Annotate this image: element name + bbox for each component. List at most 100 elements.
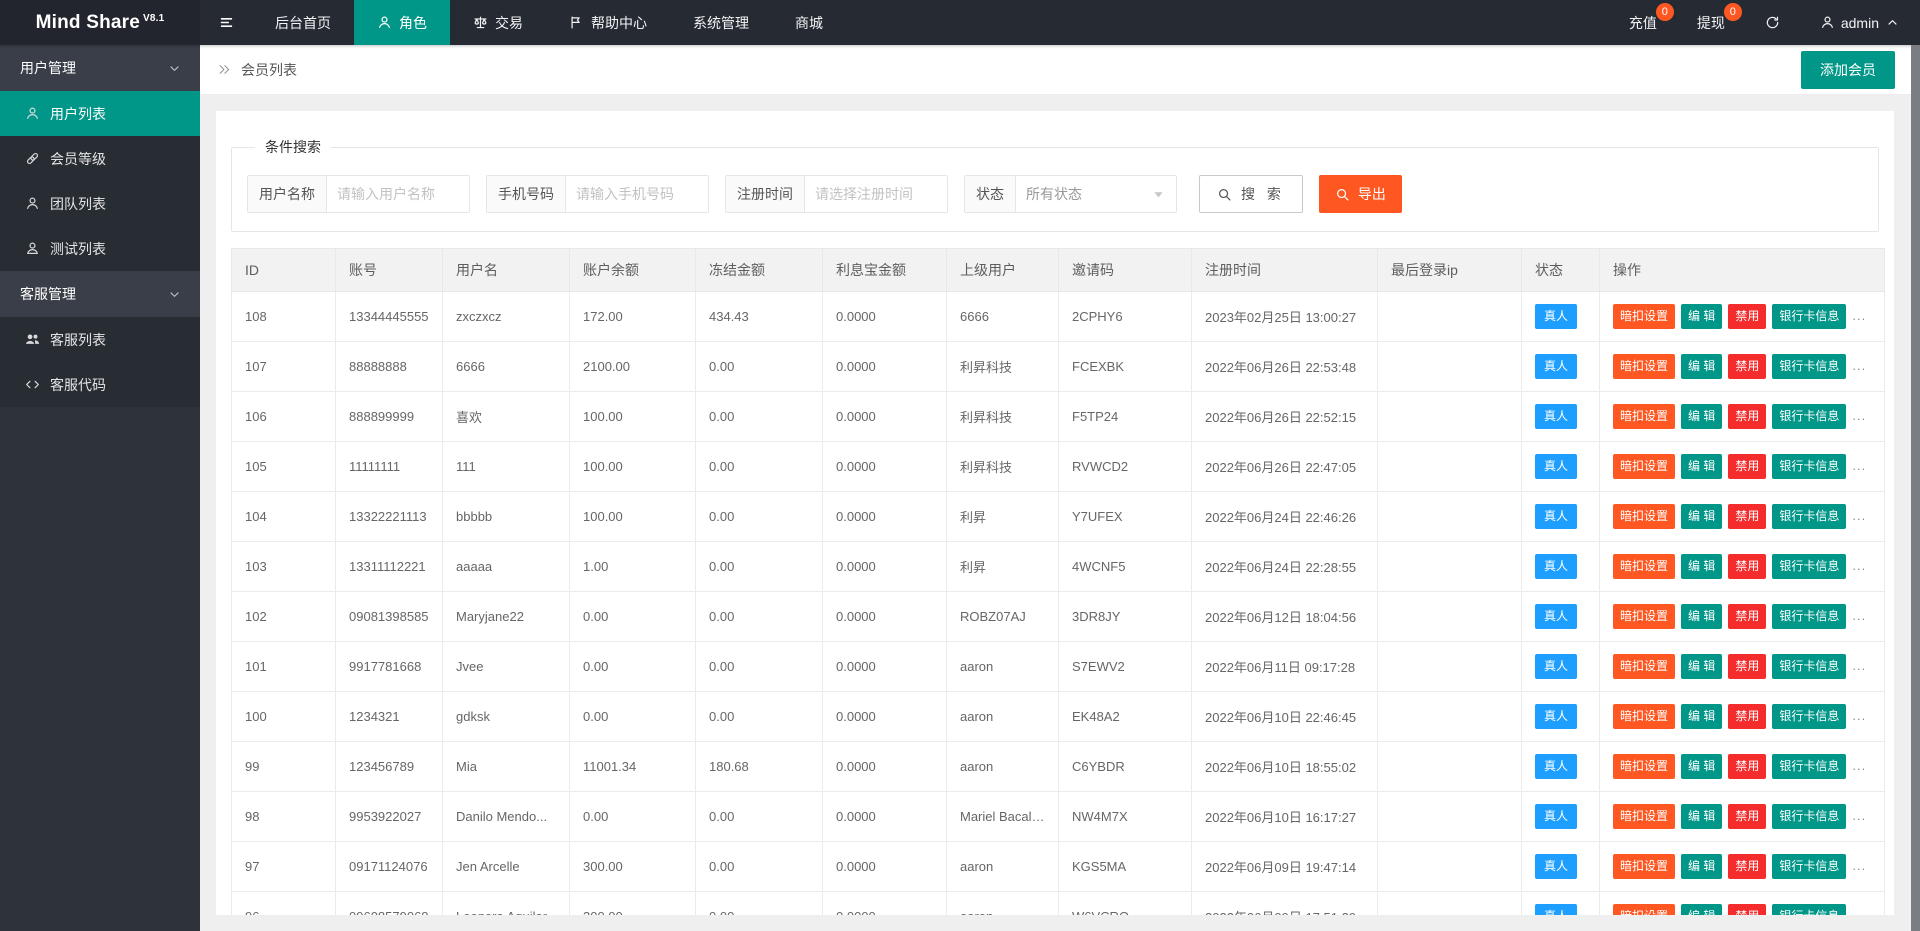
disable-button[interactable]: 禁用 (1728, 554, 1766, 579)
status-badge[interactable]: 真人 (1535, 604, 1577, 629)
hidden-deduct-button[interactable]: 暗扣设置 (1613, 754, 1675, 779)
disable-button[interactable]: 禁用 (1728, 604, 1766, 629)
cell-invite: 2CPHY6 (1059, 292, 1192, 342)
sidebar-item[interactable]: 客服代码 (0, 362, 200, 407)
edit-button[interactable]: 编 辑 (1681, 754, 1722, 779)
sidebar-item[interactable]: 测试列表 (0, 226, 200, 271)
disable-button[interactable]: 禁用 (1728, 704, 1766, 729)
cell-parent: 利昇 (947, 492, 1059, 542)
search-button[interactable]: 搜 索 (1199, 175, 1303, 213)
edit-button[interactable]: 编 辑 (1681, 604, 1722, 629)
disable-button[interactable]: 禁用 (1728, 354, 1766, 379)
disable-button[interactable]: 禁用 (1728, 754, 1766, 779)
topnav-item[interactable]: 系统管理 (670, 0, 772, 45)
recharge-button[interactable]: 充值 0 (1609, 0, 1677, 45)
topnav-item[interactable]: 帮助中心 (546, 0, 670, 45)
bank-card-button[interactable]: 银行卡信息 (1772, 604, 1846, 629)
bank-card-button[interactable]: 银行卡信息 (1772, 854, 1846, 879)
hidden-deduct-button[interactable]: 暗扣设置 (1613, 704, 1675, 729)
sidebar-item[interactable]: 用户列表 (0, 91, 200, 136)
sidebar-section-header[interactable]: 用户管理 (0, 45, 200, 91)
bank-card-button[interactable]: 银行卡信息 (1772, 554, 1846, 579)
add-member-button[interactable]: 添加会员 (1801, 51, 1895, 89)
user-menu[interactable]: admin (1800, 0, 1920, 45)
hidden-deduct-button[interactable]: 暗扣设置 (1613, 904, 1675, 915)
register-time-input[interactable] (805, 176, 947, 212)
scrollbar-thumb[interactable] (1911, 45, 1920, 931)
status-badge[interactable]: 真人 (1535, 854, 1577, 879)
topnav-item[interactable]: 角色 (354, 0, 450, 45)
disable-button[interactable]: 禁用 (1728, 454, 1766, 479)
hidden-deduct-button[interactable]: 暗扣设置 (1613, 804, 1675, 829)
hidden-deduct-button[interactable]: 暗扣设置 (1613, 854, 1675, 879)
export-button[interactable]: 导出 (1319, 175, 1402, 213)
disable-button[interactable]: 禁用 (1728, 804, 1766, 829)
disable-button[interactable]: 禁用 (1728, 304, 1766, 329)
sidebar-toggle-button[interactable] (200, 0, 252, 45)
disable-button[interactable]: 禁用 (1728, 854, 1766, 879)
edit-button[interactable]: 编 辑 (1681, 304, 1722, 329)
edit-button[interactable]: 编 辑 (1681, 904, 1722, 915)
bank-card-button[interactable]: 银行卡信息 (1772, 754, 1846, 779)
bank-card-button[interactable]: 银行卡信息 (1772, 304, 1846, 329)
hidden-deduct-button[interactable]: 暗扣设置 (1613, 504, 1675, 529)
status-badge[interactable]: 真人 (1535, 704, 1577, 729)
hidden-deduct-button[interactable]: 暗扣设置 (1613, 554, 1675, 579)
disable-button[interactable]: 禁用 (1728, 654, 1766, 679)
sidebar-section-header[interactable]: 客服管理 (0, 271, 200, 317)
status-badge[interactable]: 真人 (1535, 804, 1577, 829)
status-select[interactable]: 所有状态 (1016, 176, 1176, 212)
topnav-item[interactable]: 后台首页 (252, 0, 354, 45)
sidebar-item[interactable]: 客服列表 (0, 317, 200, 362)
edit-button[interactable]: 编 辑 (1681, 804, 1722, 829)
cell-id: 100 (232, 692, 336, 742)
bank-card-button[interactable]: 银行卡信息 (1772, 404, 1846, 429)
status-badge[interactable]: 真人 (1535, 554, 1577, 579)
withdraw-button[interactable]: 提现 0 (1677, 0, 1745, 45)
bank-card-button[interactable]: 银行卡信息 (1772, 704, 1846, 729)
status-badge[interactable]: 真人 (1535, 504, 1577, 529)
hidden-deduct-button[interactable]: 暗扣设置 (1613, 304, 1675, 329)
bank-card-button[interactable]: 银行卡信息 (1772, 354, 1846, 379)
topnav-item[interactable]: 商城 (772, 0, 846, 45)
hidden-deduct-button[interactable]: 暗扣设置 (1613, 354, 1675, 379)
hidden-deduct-button[interactable]: 暗扣设置 (1613, 404, 1675, 429)
edit-button[interactable]: 编 辑 (1681, 504, 1722, 529)
bank-card-button[interactable]: 银行卡信息 (1772, 804, 1846, 829)
edit-button[interactable]: 编 辑 (1681, 554, 1722, 579)
phone-input[interactable] (566, 176, 708, 212)
phone-label: 手机号码 (487, 176, 566, 212)
status-badge[interactable]: 真人 (1535, 754, 1577, 779)
bank-card-button[interactable]: 银行卡信息 (1772, 904, 1846, 915)
edit-button[interactable]: 编 辑 (1681, 454, 1722, 479)
edit-button[interactable]: 编 辑 (1681, 654, 1722, 679)
bank-card-button[interactable]: 银行卡信息 (1772, 454, 1846, 479)
cell-reg-time: 2022年06月10日 18:55:02 (1192, 742, 1378, 792)
status-badge[interactable]: 真人 (1535, 654, 1577, 679)
bank-card-button[interactable]: 银行卡信息 (1772, 504, 1846, 529)
page-scrollbar[interactable] (1911, 45, 1920, 931)
edit-button[interactable]: 编 辑 (1681, 404, 1722, 429)
status-badge[interactable]: 真人 (1535, 904, 1577, 915)
disable-button[interactable]: 禁用 (1728, 404, 1766, 429)
hidden-deduct-button[interactable]: 暗扣设置 (1613, 454, 1675, 479)
status-badge[interactable]: 真人 (1535, 354, 1577, 379)
hidden-deduct-button[interactable]: 暗扣设置 (1613, 654, 1675, 679)
edit-button[interactable]: 编 辑 (1681, 704, 1722, 729)
hidden-deduct-button[interactable]: 暗扣设置 (1613, 604, 1675, 629)
refresh-button[interactable] (1745, 0, 1800, 45)
edit-button[interactable]: 编 辑 (1681, 354, 1722, 379)
disable-button[interactable]: 禁用 (1728, 904, 1766, 915)
bank-card-button[interactable]: 银行卡信息 (1772, 654, 1846, 679)
username-input[interactable] (327, 176, 469, 212)
sidebar-item[interactable]: 团队列表 (0, 181, 200, 226)
status-badge[interactable]: 真人 (1535, 404, 1577, 429)
topnav-item[interactable]: 交易 (450, 0, 546, 45)
disable-button[interactable]: 禁用 (1728, 504, 1766, 529)
status-badge[interactable]: 真人 (1535, 304, 1577, 329)
person-icon (25, 106, 40, 121)
cell-last-ip (1378, 592, 1522, 642)
status-badge[interactable]: 真人 (1535, 454, 1577, 479)
edit-button[interactable]: 编 辑 (1681, 854, 1722, 879)
sidebar-item[interactable]: 会员等级 (0, 136, 200, 181)
